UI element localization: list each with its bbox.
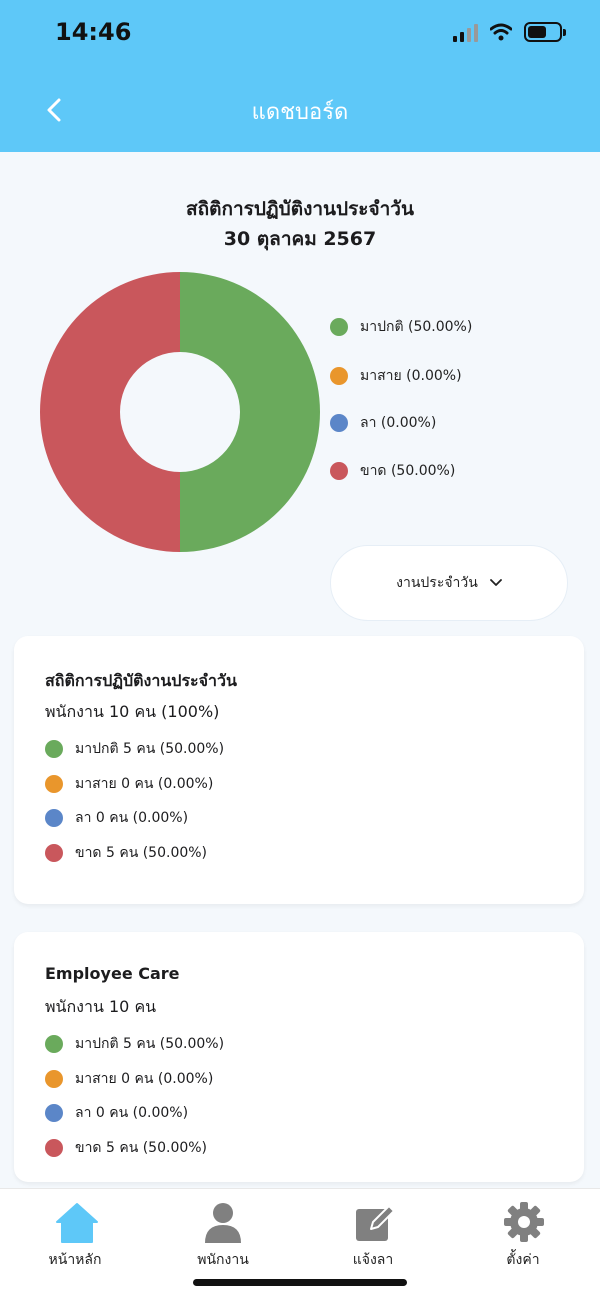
daily-row-label: ลา 0 คน (0.00%) — [75, 810, 189, 826]
legend-dot-leave — [330, 414, 348, 432]
legend-label-leave: ลา (0.00%) — [360, 415, 437, 431]
nav-label-settings: ตั้งค่า — [506, 1252, 540, 1268]
donut-slice-4 — [40, 272, 180, 552]
care-row-label: ขาด 5 คน (50.00%) — [75, 1140, 208, 1156]
legend-label-late: มาสาย (0.00%) — [360, 368, 462, 384]
daily-row-leave: ลา 0 คน (0.00%) — [45, 807, 188, 829]
chevron-down-icon — [489, 579, 502, 586]
legend-label-absent: ขาด (50.00%) — [360, 463, 456, 479]
app-header: 14:46 แดชบอร์ด — [0, 0, 600, 152]
daily-dot-late — [45, 775, 63, 793]
daily-dot-normal — [45, 740, 63, 758]
nav-label-employees: พนักงาน — [197, 1252, 249, 1268]
page-title: แดชบอร์ด — [251, 100, 349, 125]
home-icon — [56, 1203, 98, 1243]
care-row-late: มาสาย 0 คน (0.00%) — [45, 1068, 213, 1090]
employee-care-card: Employee Care พนักงาน 10 คน มาปกติ 5 คน … — [14, 932, 584, 1182]
care-row-label: มาสาย 0 คน (0.00%) — [75, 1071, 214, 1087]
attendance-donut-chart — [40, 272, 320, 552]
care-card-title: Employee Care — [45, 964, 180, 983]
person-icon — [205, 1203, 241, 1243]
legend-dot-late — [330, 367, 348, 385]
battery-icon — [524, 22, 566, 42]
status-time: 14:46 — [55, 18, 132, 46]
status-icons — [453, 22, 566, 42]
daily-row-normal: มาปกติ 5 คน (50.00%) — [45, 738, 224, 760]
chart-date: 30 ตุลาคม 2567 — [223, 228, 377, 250]
daily-card-summary: พนักงาน 10 คน (100%) — [45, 702, 220, 721]
daily-dot-absent — [45, 844, 63, 862]
care-row-label: ลา 0 คน (0.00%) — [75, 1105, 189, 1121]
gear-icon — [504, 1202, 544, 1242]
signal-icon — [453, 22, 478, 42]
daily-row-label: ขาด 5 คน (50.00%) — [75, 845, 208, 861]
care-row-leave: ลา 0 คน (0.00%) — [45, 1102, 188, 1124]
nav-item-home[interactable]: หน้าหลัก — [20, 1189, 130, 1279]
care-row-label: มาปกติ 5 คน (50.00%) — [75, 1036, 225, 1052]
period-dropdown-value: งานประจำวัน — [396, 575, 478, 591]
legend-item-normal: มาปกติ (50.00%) — [330, 316, 472, 338]
daily-row-label: มาสาย 0 คน (0.00%) — [75, 776, 214, 792]
daily-row-absent: ขาด 5 คน (50.00%) — [45, 842, 207, 864]
care-row-absent: ขาด 5 คน (50.00%) — [45, 1137, 207, 1159]
care-dot-normal — [45, 1035, 63, 1053]
home-indicator — [193, 1279, 407, 1286]
wifi-icon — [490, 23, 512, 41]
legend-item-absent: ขาด (50.00%) — [330, 460, 455, 482]
legend-item-leave: ลา (0.00%) — [330, 412, 436, 434]
legend-dot-normal — [330, 318, 348, 336]
nav-item-settings[interactable]: ตั้งค่า — [468, 1189, 578, 1279]
legend-dot-absent — [330, 462, 348, 480]
daily-row-label: มาปกติ 5 คน (50.00%) — [75, 741, 225, 757]
care-dot-leave — [45, 1104, 63, 1122]
care-dot-late — [45, 1070, 63, 1088]
daily-stats-card: สถิติการปฏิบัติงานประจำวัน พนักงาน 10 คน… — [14, 636, 584, 904]
care-dot-absent — [45, 1139, 63, 1157]
nav-item-employees[interactable]: พนักงาน — [168, 1189, 278, 1279]
legend-label-normal: มาปกติ (50.00%) — [360, 319, 473, 335]
nav-label-leave: แจ้งลา — [352, 1252, 394, 1268]
care-row-normal: มาปกติ 5 คน (50.00%) — [45, 1033, 224, 1055]
nav-item-leave[interactable]: แจ้งลา — [318, 1189, 428, 1279]
chart-title: สถิติการปฏิบัติงานประจำวัน — [186, 198, 414, 220]
nav-label-home: หน้าหลัก — [48, 1252, 102, 1268]
period-dropdown[interactable]: งานประจำวัน — [330, 545, 568, 621]
daily-card-title: สถิติการปฏิบัติงานประจำวัน — [45, 671, 237, 690]
donut-slice-1 — [180, 272, 320, 552]
care-card-summary: พนักงาน 10 คน — [45, 997, 157, 1016]
legend-item-late: มาสาย (0.00%) — [330, 365, 462, 387]
daily-dot-leave — [45, 809, 63, 827]
daily-row-late: มาสาย 0 คน (0.00%) — [45, 773, 213, 795]
edit-icon — [356, 1205, 395, 1241]
